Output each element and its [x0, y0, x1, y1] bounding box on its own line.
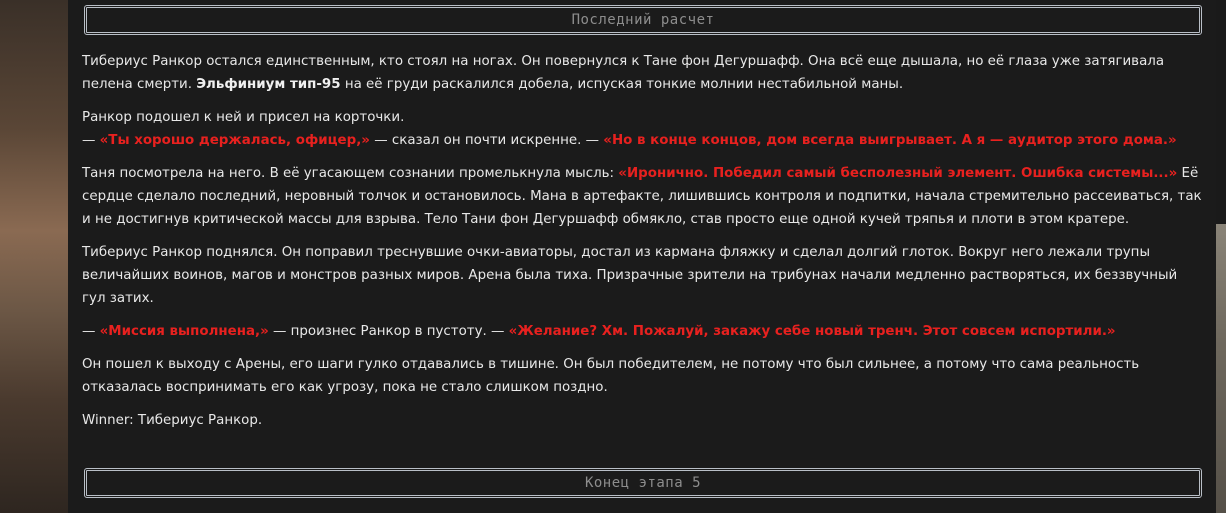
background-scenery-right	[1216, 224, 1226, 513]
thought-quote: «Иронично. Победил самый бесполезный эле…	[618, 166, 1178, 181]
text-span: — произнес Ранкор в пустоту. —	[268, 324, 509, 339]
text-span: Таня посмотрела на него. В её угасающем …	[82, 166, 619, 181]
text-span: —	[82, 324, 100, 339]
dialogue-quote: «Ты хорошо держалась, офицер,»	[99, 133, 370, 148]
story-panel: Последний расчет Тибериус Ранкор остался…	[68, 0, 1216, 513]
section-header: Последний расчет	[84, 5, 1202, 35]
dialogue-quote: «Но в конце концов, дом всегда выигрывае…	[603, 133, 1177, 148]
dialogue-quote: «Желание? Хм. Пожалуй, закажу себе новый…	[508, 324, 1116, 339]
dialogue-quote: «Миссия выполнена,»	[99, 324, 269, 339]
text-span: на её груди раскалился добела, испуская …	[340, 77, 904, 92]
text-span: — сказал он почти искренне. —	[369, 133, 604, 148]
section-footer: Конец этапа 5	[84, 468, 1202, 498]
footer-title: Конец этапа 5	[584, 475, 702, 491]
story-paragraph: Таня посмотрела на него. В её угасающем …	[82, 162, 1204, 231]
story-paragraph: Он пошел к выходу с Арены, его шаги гулк…	[82, 357, 1140, 395]
story-paragraph: — «Миссия выполнена,» — произнес Ранкор …	[82, 320, 1204, 343]
text-span: —	[82, 133, 100, 148]
section-title: Последний расчет	[571, 12, 715, 28]
story-text: Тибериус Ранкор остался единственным, кт…	[82, 50, 1204, 442]
text-span: Ранкор подошел к ней и присел на корточк…	[82, 110, 405, 125]
artifact-name: Эльфиниум тип-95	[196, 77, 341, 92]
background-scenery-left	[0, 0, 68, 513]
story-paragraph: Тибериус Ранкор поднялся. Он поправил тр…	[82, 245, 1178, 306]
story-paragraph: Тибериус Ранкор остался единственным, кт…	[82, 50, 1204, 96]
winner-line: Winner: Тибериус Ранкор.	[82, 413, 263, 428]
story-paragraph: Ранкор подошел к ней и присел на корточк…	[82, 106, 1204, 152]
